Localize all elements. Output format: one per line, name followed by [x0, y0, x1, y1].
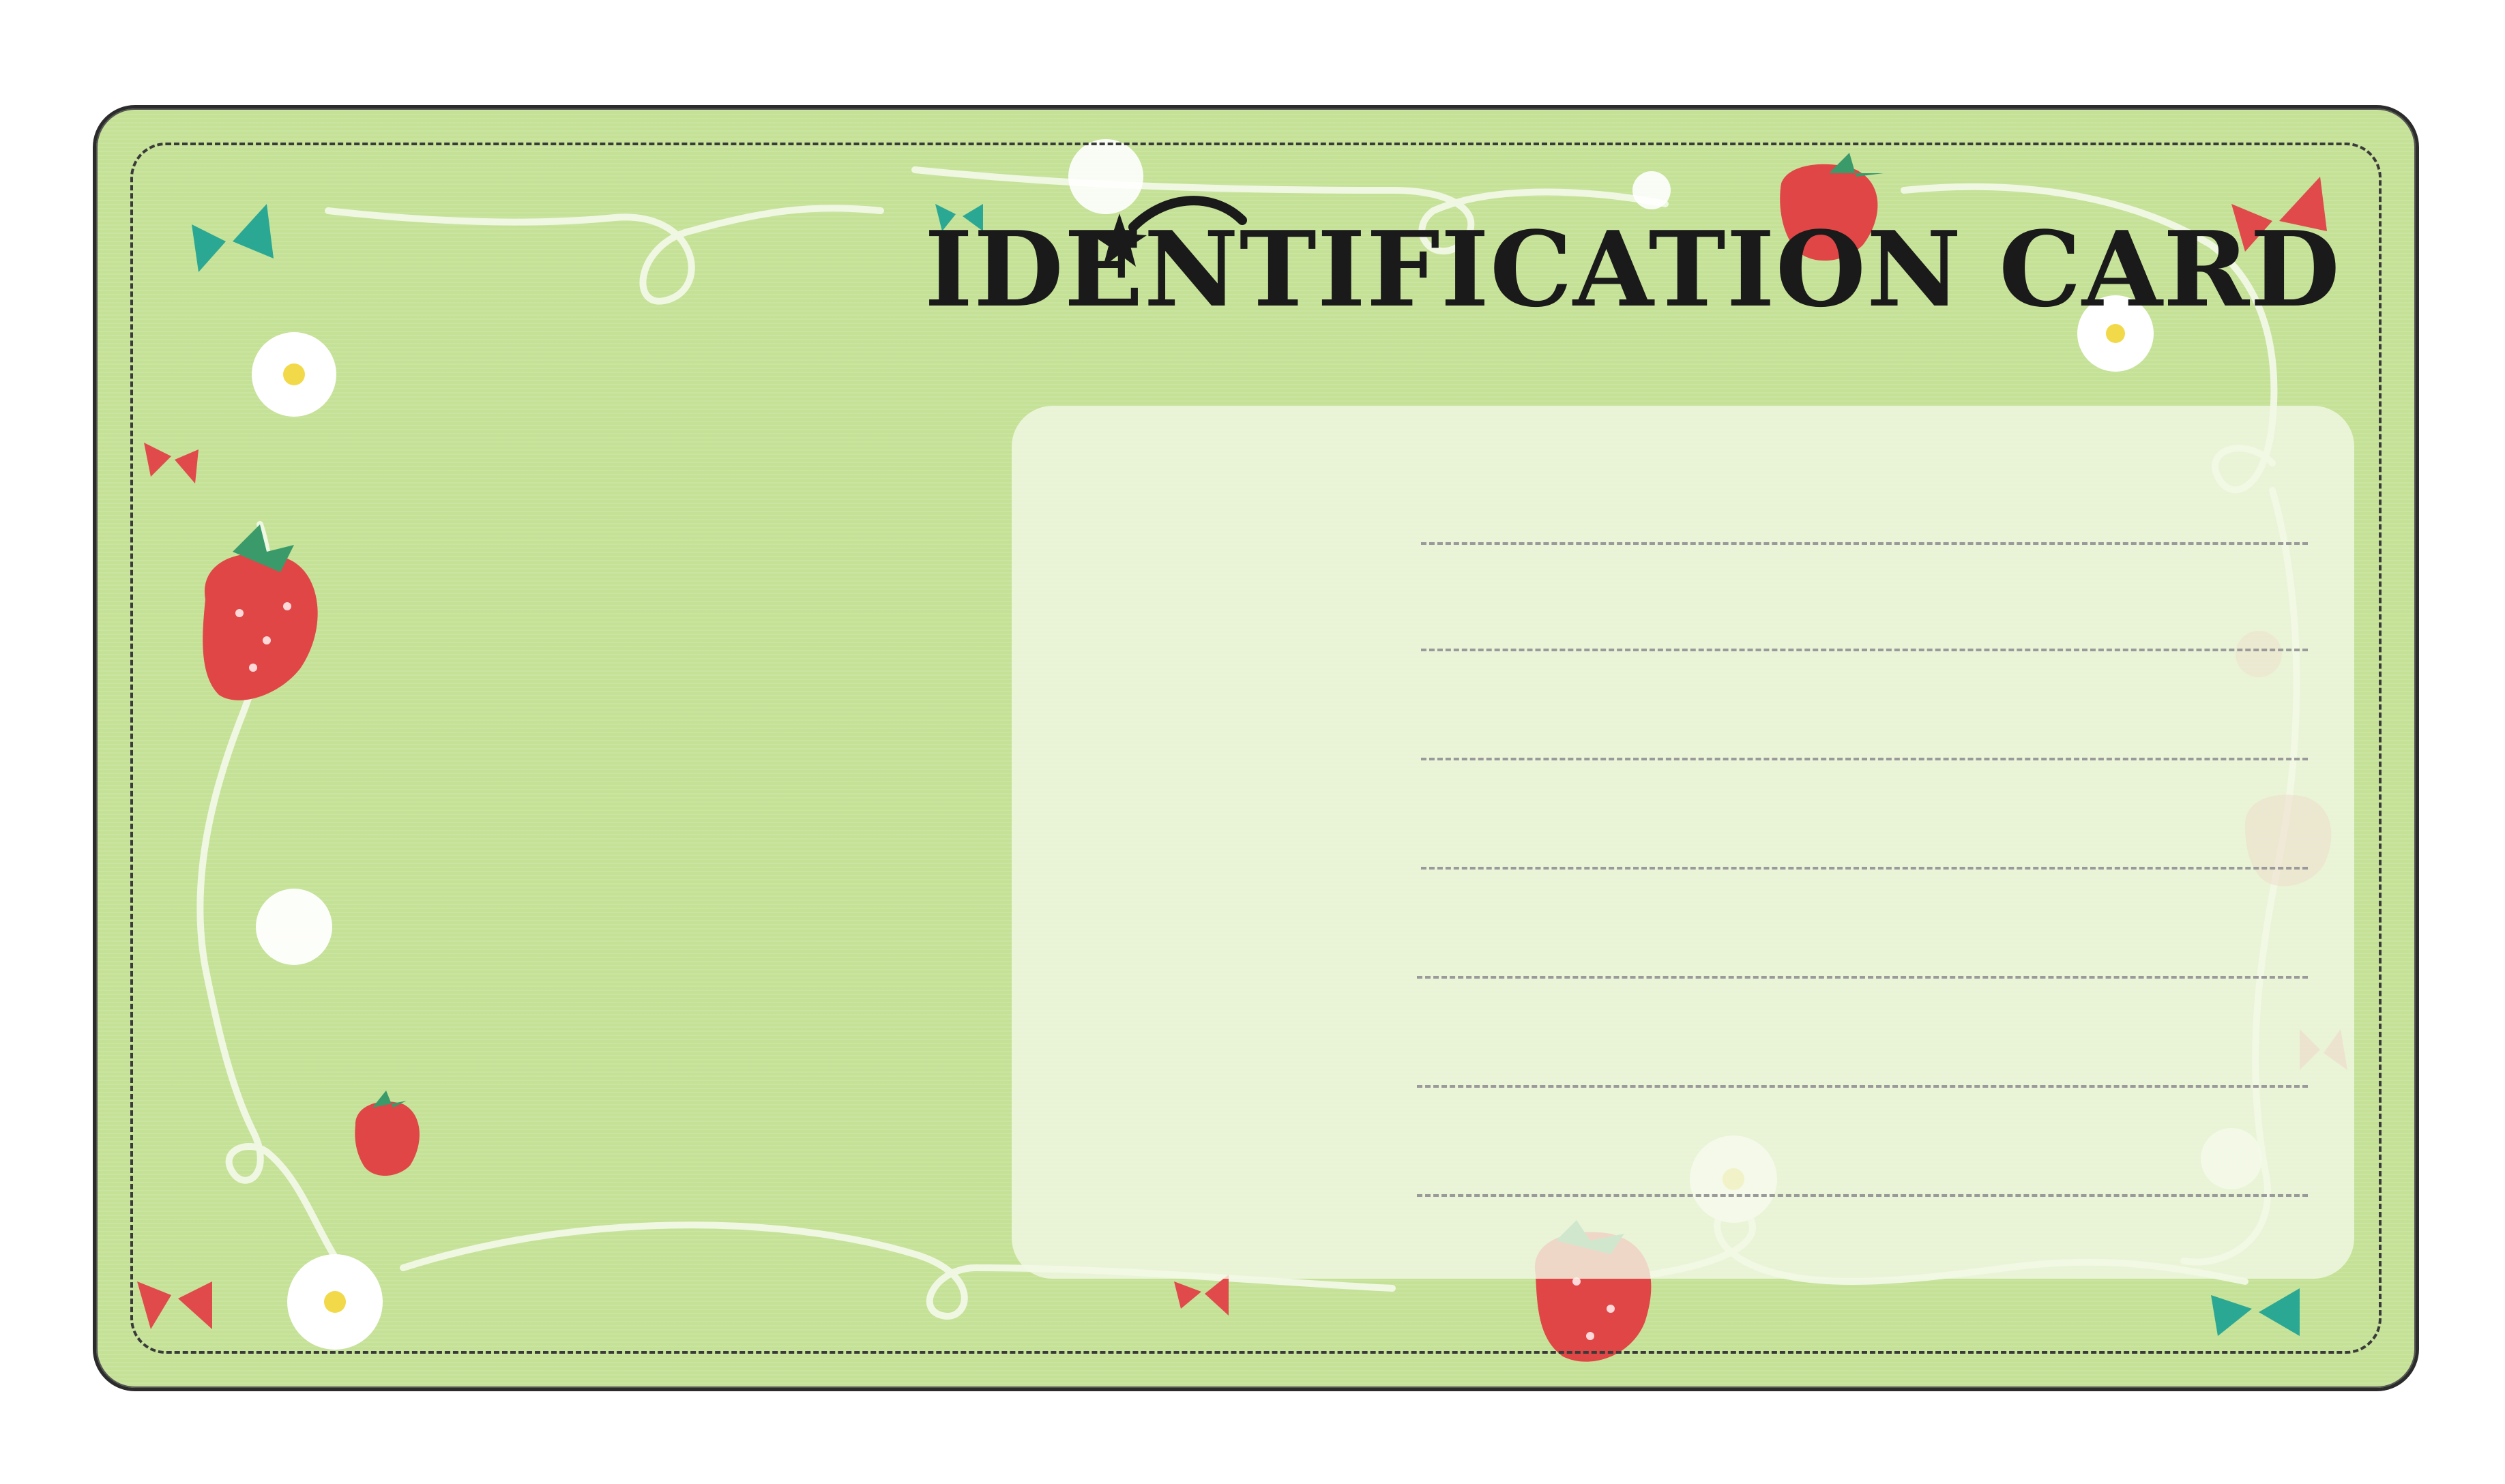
info-panel [1012, 406, 2354, 1279]
write-line [1417, 1194, 2308, 1197]
write-line [1417, 1085, 2308, 1088]
write-line [1421, 758, 2308, 760]
card-title: IDENTIFICATION CARD [924, 208, 2341, 330]
write-line [1421, 649, 2308, 651]
write-line [1421, 867, 2308, 870]
page: IDENTIFICATION CARD [0, 0, 2505, 1484]
write-line [1417, 976, 2308, 979]
write-line [1421, 542, 2308, 545]
identification-card: IDENTIFICATION CARD [93, 105, 2419, 1391]
